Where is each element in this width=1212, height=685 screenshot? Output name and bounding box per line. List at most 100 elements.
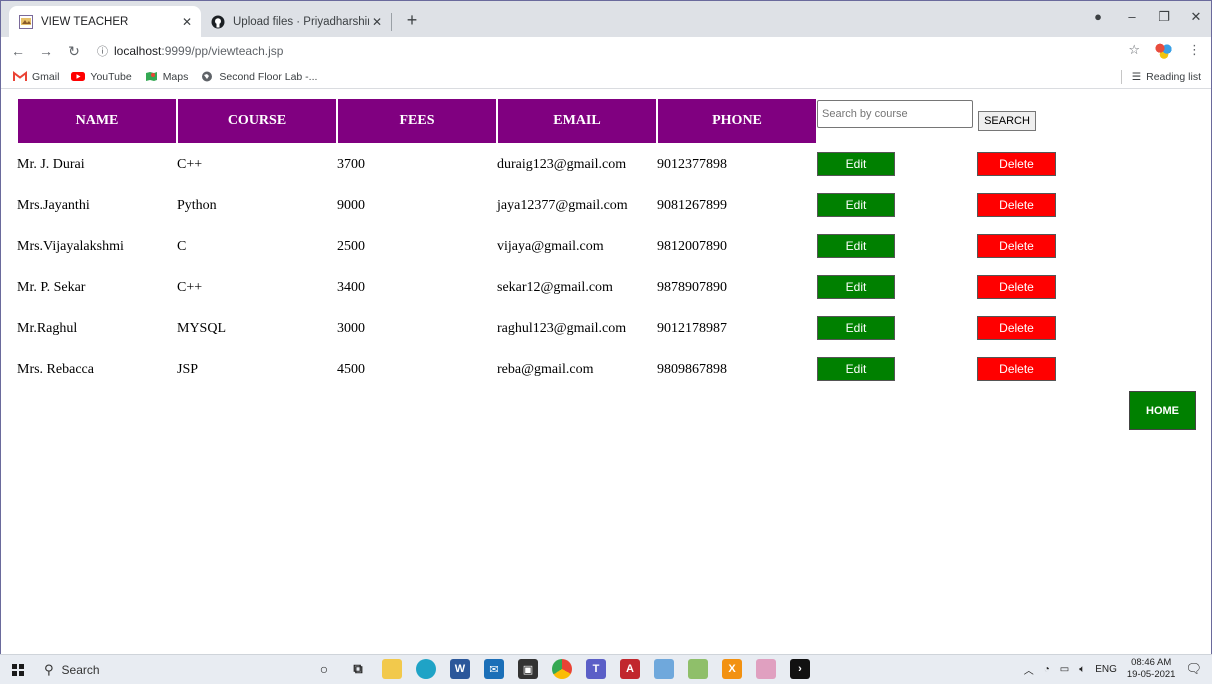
edit-button[interactable]: Edit — [817, 275, 895, 299]
maps-icon — [145, 72, 157, 81]
table-row: Mrs.Jayanthi Python 9000 jaya12377@gmail… — [17, 185, 817, 226]
cell-phone: 9809867898 — [657, 361, 727, 377]
bookmark-label: Second Floor Lab -... — [219, 70, 318, 83]
table-header-row: NAME COURSE FEES EMAIL PHONE — [17, 98, 817, 144]
wifi-icon[interactable]: ◔ — [1044, 664, 1050, 675]
cortana-icon[interactable]: ○ — [314, 659, 334, 679]
tray-chevron-up-icon[interactable]: ︿ — [1024, 662, 1034, 677]
reading-list[interactable]: ☰ Reading list — [1120, 70, 1201, 84]
info-icon[interactable]: ⓘ — [97, 43, 108, 59]
snipping-tool-icon[interactable] — [756, 659, 776, 679]
cell-phone: 9081267899 — [657, 197, 727, 213]
cell-course: C++ — [177, 156, 203, 172]
teams-icon[interactable]: T — [586, 659, 606, 679]
xampp-icon[interactable]: X — [722, 659, 742, 679]
battery-icon[interactable]: ▭ — [1060, 664, 1069, 675]
jsp-favicon-icon — [19, 14, 33, 29]
clock-date: 19-05-2021 — [1126, 669, 1176, 680]
bookmark-second-floor-lab[interactable]: Second Floor Lab -... — [200, 71, 317, 83]
chrome-icon[interactable] — [552, 659, 572, 679]
tab-strip: VIEW TEACHER ✕ Upload files · Priyadhars… — [1, 1, 1211, 37]
volume-icon[interactable]: 🔈︎ — [1079, 664, 1085, 675]
youtube-icon — [71, 72, 86, 81]
edit-button[interactable]: Edit — [817, 152, 895, 176]
search-course-input[interactable] — [817, 100, 973, 128]
extension-icon[interactable] — [1154, 41, 1174, 59]
system-tray: ︿ ◔ ▭ 🔈︎ ENG 08:46 AM 19-05-2021 🗨︎ — [1024, 657, 1202, 681]
bookmark-label: YouTube — [90, 70, 132, 83]
edit-button[interactable]: Edit — [817, 234, 895, 258]
star-bookmark-icon[interactable]: ☆ — [1128, 42, 1140, 58]
cell-course: MYSQL — [177, 320, 227, 336]
word-icon[interactable]: W — [450, 659, 470, 679]
bookmark-label: Maps — [162, 70, 189, 83]
network-app-icon[interactable] — [654, 659, 674, 679]
start-button[interactable] — [0, 655, 36, 685]
cell-phone: 9812007890 — [657, 238, 727, 254]
back-icon[interactable]: ← — [7, 43, 29, 59]
cell-name: Mrs.Vijayalakshmi — [17, 238, 124, 254]
close-window-icon[interactable]: ✕ — [1185, 9, 1207, 25]
tab-view-teacher[interactable]: VIEW TEACHER ✕ — [9, 6, 201, 37]
new-tab-icon[interactable]: + — [401, 9, 423, 31]
cell-course: JSP — [177, 361, 199, 377]
file-explorer-icon[interactable] — [382, 659, 402, 679]
notification-icon[interactable]: 🗨︎ — [1185, 661, 1202, 677]
search-icon: ⚲ — [44, 661, 54, 677]
home-button[interactable]: HOME — [1129, 391, 1196, 430]
paint-icon[interactable] — [688, 659, 708, 679]
delete-button[interactable]: Delete — [977, 357, 1056, 381]
terminal-icon[interactable]: › — [790, 659, 810, 679]
menu-kebab-icon[interactable]: ⋮ — [1188, 42, 1201, 58]
delete-button[interactable]: Delete — [977, 234, 1056, 258]
profile-circle-icon[interactable]: ● — [1087, 9, 1109, 24]
cell-fees: 3000 — [337, 320, 365, 336]
table-row: Mrs. Rebacca JSP 4500 reba@gmail.com 980… — [17, 349, 817, 390]
acrobat-icon[interactable]: A — [620, 659, 640, 679]
table-row: Mr. P. Sekar C++ 3400 sekar12@gmail.com … — [17, 267, 817, 308]
gmail-icon — [13, 71, 27, 81]
task-view-icon[interactable]: ⧉ — [348, 659, 368, 679]
tab-upload-files[interactable]: Upload files · Priyadharshini1234 ✕ — [201, 6, 391, 37]
edit-button[interactable]: Edit — [817, 316, 895, 340]
taskbar-search-label: Search — [61, 662, 100, 677]
language-indicator[interactable]: ENG — [1095, 664, 1117, 675]
tab-close-icon[interactable]: ✕ — [369, 15, 385, 29]
delete-button[interactable]: Delete — [977, 152, 1056, 176]
bookmark-maps[interactable]: Maps — [144, 70, 189, 83]
cell-course: C++ — [177, 279, 203, 295]
edit-button[interactable]: Edit — [817, 357, 895, 381]
reload-icon[interactable]: ↻ — [63, 43, 85, 60]
windows-logo-icon — [12, 663, 24, 676]
search-button[interactable]: SEARCH — [978, 111, 1036, 131]
edge-icon[interactable] — [416, 659, 436, 679]
cell-email: duraig123@gmail.com — [497, 156, 627, 172]
bookmark-youtube[interactable]: YouTube — [71, 70, 132, 83]
restore-icon[interactable]: ❐ — [1153, 9, 1175, 25]
cell-course: C — [177, 238, 187, 254]
clock[interactable]: 08:46 AM 19-05-2021 — [1127, 657, 1176, 681]
bookmark-gmail[interactable]: Gmail — [13, 71, 59, 83]
store-icon[interactable]: ▣ — [518, 659, 538, 679]
url-path: :9999/pp/viewteach.jsp — [161, 44, 284, 58]
cell-fees: 3400 — [337, 279, 365, 295]
forward-icon[interactable]: → — [35, 43, 57, 59]
table-row: Mrs.Vijayalakshmi C 2500 vijaya@gmail.co… — [17, 226, 817, 267]
delete-button[interactable]: Delete — [977, 316, 1056, 340]
cell-email: vijaya@gmail.com — [497, 238, 604, 254]
cell-name: Mrs.Jayanthi — [17, 197, 90, 213]
browser-window: VIEW TEACHER ✕ Upload files · Priyadhars… — [0, 0, 1212, 684]
clock-time: 08:46 AM — [1131, 657, 1172, 668]
header-name: NAME — [17, 98, 177, 144]
delete-button[interactable]: Delete — [977, 275, 1056, 299]
edit-button[interactable]: Edit — [817, 193, 895, 217]
delete-button[interactable]: Delete — [977, 193, 1056, 217]
tab-close-icon[interactable]: ✕ — [179, 15, 195, 29]
address-bar[interactable]: ⓘ localhost:9999/pp/viewteach.jsp — [97, 43, 283, 59]
cell-name: Mr. J. Durai — [17, 156, 85, 172]
minimize-icon[interactable]: – — [1121, 9, 1143, 24]
mail-icon[interactable]: ✉ — [484, 659, 504, 679]
taskbar-search[interactable]: ⚲ Search — [44, 662, 304, 678]
cell-email: reba@gmail.com — [497, 361, 594, 377]
cell-name: Mrs. Rebacca — [17, 361, 94, 377]
